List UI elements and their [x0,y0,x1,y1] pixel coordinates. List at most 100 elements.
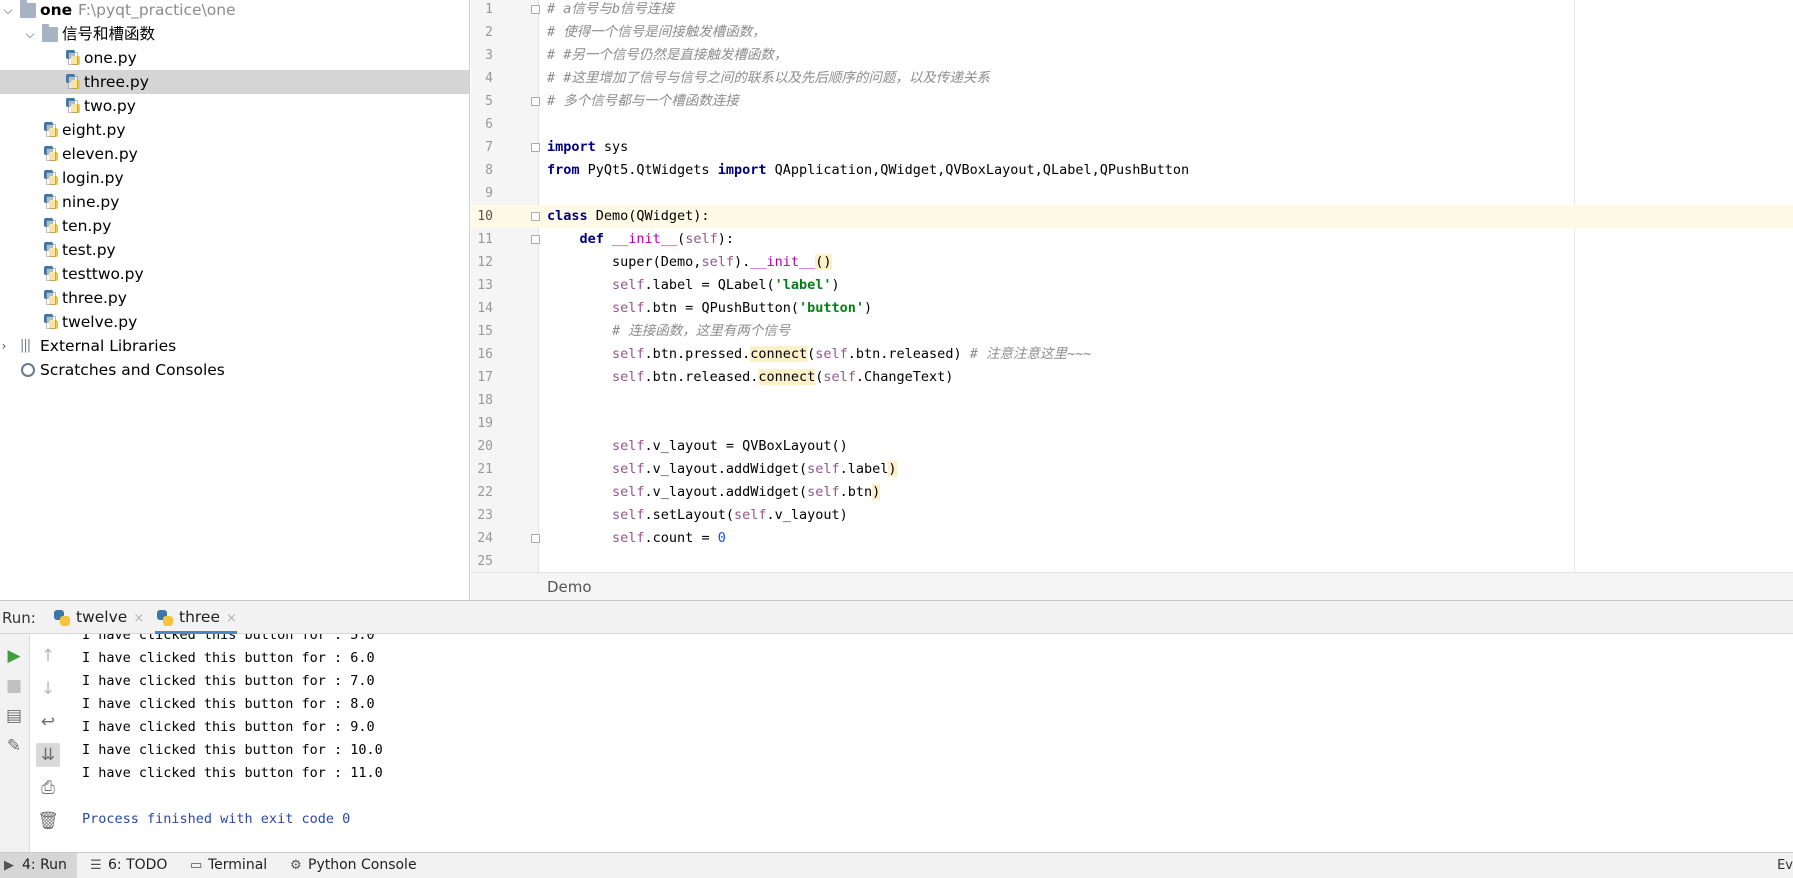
code-text: self.btn.pressed.connect(self.btn.releas… [547,343,1091,366]
code-line[interactable]: 14 self.btn = QPushButton('button') [471,297,1793,320]
tree-item[interactable]: ⌵ one F:\pyqt_practice\one [0,0,469,22]
console-output[interactable]: I have clicked this button for : 5.0 I ha… [68,634,1793,852]
code-line[interactable]: 9 [471,182,1793,205]
tree-item[interactable]: testtwo.py [0,262,469,286]
breadcrumb[interactable]: Demo [471,572,1793,600]
tree-item[interactable]: nine.py [0,190,469,214]
tree-item[interactable]: login.py [0,166,469,190]
code-line[interactable]: 10 class Demo(QWidget): [471,205,1793,228]
python-file-icon [66,50,80,66]
fold-marker-icon[interactable] [531,143,540,152]
code-line[interactable]: 22 self.v_layout.addWidget(self.btn) [471,481,1793,504]
library-icon: ||| [20,338,31,353]
tree-item[interactable]: eight.py [0,118,469,142]
code-token: PyQt5.QtWidgets [579,162,718,178]
stop-icon[interactable]: ■ [2,674,26,698]
fold-marker-icon[interactable] [531,5,540,14]
code-token: self [807,461,840,477]
code-line[interactable]: 13 self.label = QLabel('label') [471,274,1793,297]
soft-wrap-icon[interactable]: ↩ [36,710,60,734]
run-icon[interactable]: ▶ [2,644,26,668]
tree-item[interactable]: one.py [0,46,469,70]
code-line[interactable]: 19 [471,412,1793,435]
trash-icon[interactable]: 🗑 [36,809,60,833]
code-line[interactable]: 8 from PyQt5.QtWidgets import QApplicatio… [471,159,1793,182]
code-line[interactable]: 6 [471,113,1793,136]
tree-item-label: External Libraries [40,337,177,355]
code-token: ): [717,231,734,247]
event-log[interactable]: Ev [1777,853,1793,878]
code-token: () [815,254,832,270]
tree-item[interactable]: twelve.py [0,310,469,334]
console-toolbar: ↑ ↓ ↩ ⇊ ⎙ 🗑 [30,634,68,852]
breadcrumb-item[interactable]: Demo [547,578,592,596]
layout-icon[interactable]: ▤ [2,704,26,728]
tree-item-label: Scratches and Consoles [40,361,225,379]
tree-item[interactable]: Scratches and Consoles [0,358,469,382]
code-line[interactable]: 21 self.v_layout.addWidget(self.label) [471,458,1793,481]
python-file-icon [44,146,58,162]
toolwindow-run[interactable]: ▶ 4: Run [0,853,77,878]
toolwindow-pythonconsole[interactable]: ⚙ Python Console [286,853,417,878]
tree-item[interactable]: three.py [0,286,469,310]
tree-item[interactable]: two.py [0,94,469,118]
chevron-right-icon[interactable]: › [0,334,10,358]
code-line[interactable]: 4 # #这里增加了信号与信号之间的联系以及先后顺序的问题，以及传递关系 [471,67,1793,90]
fold-marker-icon[interactable] [531,534,540,543]
run-tab-twelve[interactable]: twelve × [52,601,144,634]
tree-item[interactable]: three.py [0,70,469,94]
scroll-to-end-icon[interactable]: ⇊ [36,743,60,767]
tree-item[interactable]: ⌵ 信号和槽函数 [0,22,469,46]
code-line[interactable]: 24 self.count = 0 [471,527,1793,550]
code-line[interactable]: 17 self.btn.released.connect(self.Change… [471,366,1793,389]
chevron-down-icon[interactable]: ⌵ [24,22,36,46]
line-number: 16 [477,347,493,362]
tree-item[interactable]: test.py [0,238,469,262]
line-number: 17 [477,370,493,385]
tree-item[interactable]: ten.py [0,214,469,238]
fold-marker-icon[interactable] [531,212,540,221]
up-arrow-icon[interactable]: ↑ [36,644,60,668]
code-token: 0 [717,530,726,546]
code-line[interactable]: 15 # 连接函数，这里有两个信号 [471,320,1793,343]
code-line[interactable]: 5 # 多个信号都与一个槽函数连接 [471,90,1793,113]
down-arrow-icon[interactable]: ↓ [36,677,60,701]
line-number: 11 [477,232,493,247]
code-token: self [815,346,848,362]
code-line[interactable]: 16 self.btn.pressed.connect(self.btn.rel… [471,343,1793,366]
code-line[interactable]: 7 import sys [471,136,1793,159]
tree-item-label: eleven.py [62,145,138,163]
code-line[interactable]: 3 # #另一个信号仍然是直接触发槽函数， [471,44,1793,67]
code-line[interactable]: 25 [471,550,1793,573]
tree-item[interactable]: › ||| External Libraries [0,334,469,358]
code-line[interactable]: 1 # a信号与b信号连接 [471,0,1793,21]
toolwindow-terminal[interactable]: ▭ Terminal [186,853,267,878]
code-line[interactable]: 12 super(Demo,self).__init__() [471,251,1793,274]
pin-icon[interactable]: ✎ [2,734,26,758]
tree-item[interactable]: eleven.py [0,142,469,166]
code-line[interactable]: 23 self.setLayout(self.v_layout) [471,504,1793,527]
fold-marker-icon[interactable] [531,235,540,244]
fold-marker-icon[interactable] [531,97,540,106]
code-token: .label = QLabel( [644,277,775,293]
code-token: .count = [644,530,718,546]
code-editor[interactable]: 1 # a信号与b信号连接 2 # 使得一个信号是间接触发槽函数， 3 # #另一个信号仍… [471,0,1793,600]
close-icon[interactable]: × [133,611,144,626]
toolwindow-todo[interactable]: ☰ 6: TODO [86,853,167,878]
code-line[interactable]: 11 def __init__(self): [471,228,1793,251]
line-number: 3 [485,48,493,63]
code-line[interactable]: 2 # 使得一个信号是间接触发槽函数， [471,21,1793,44]
run-tab-three[interactable]: three × [155,601,237,634]
print-icon[interactable]: ⎙ [36,776,60,800]
console-line: I have clicked this button for : 6.0 [82,650,375,666]
code-line[interactable]: 20 self.v_layout = QVBoxLayout() [471,435,1793,458]
tree-item-label: ten.py [62,217,112,235]
code-line[interactable]: 18 [471,389,1793,412]
chevron-down-icon[interactable]: ⌵ [2,0,14,22]
close-icon[interactable]: × [226,611,237,626]
line-number: 12 [477,255,493,270]
